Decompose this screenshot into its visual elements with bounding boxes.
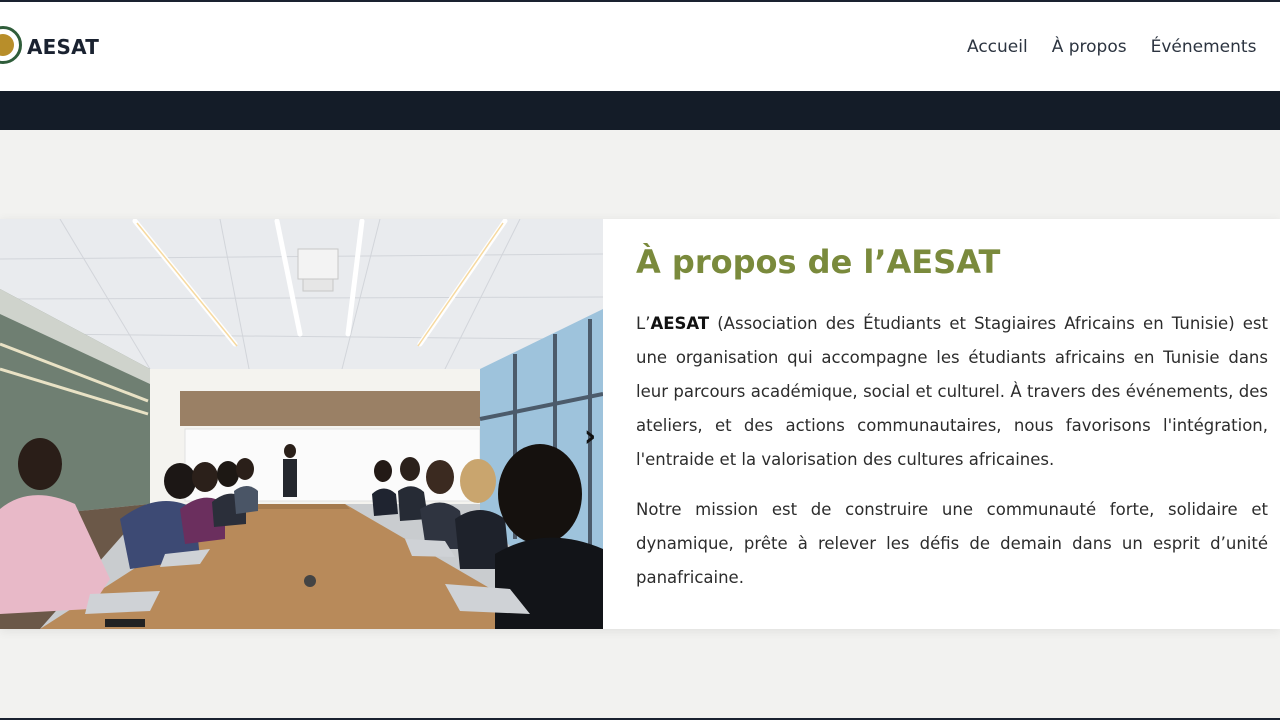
site-header: AESAT AccueilÀ proposÉvénementsC: [0, 2, 1280, 91]
brand-name[interactable]: AESAT: [27, 35, 99, 59]
main-nav: AccueilÀ proposÉvénementsC: [967, 37, 1280, 57]
nav-item-a-propos[interactable]: À propos: [1052, 37, 1127, 57]
meeting-room-photo: ›: [0, 219, 603, 629]
about-p1-acronym: AESAT: [650, 314, 710, 333]
nav-item-evenements[interactable]: Événements: [1151, 37, 1257, 57]
association-seal-icon[interactable]: [0, 26, 22, 64]
nav-item-accueil[interactable]: Accueil: [967, 37, 1028, 57]
page: AESAT AccueilÀ proposÉvénementsC: [0, 2, 1280, 718]
carousel-next-button[interactable]: ›: [578, 419, 602, 455]
about-content: À propos de l’AESAT L’AESAT (Association…: [636, 239, 1268, 611]
about-paragraph-2: Notre mission est de construire une comm…: [636, 500, 1268, 587]
chevron-right-icon: ›: [583, 419, 597, 454]
about-p1-body: (Association des Étudiants et Stagiaires…: [636, 314, 1268, 469]
about-title: À propos de l’AESAT: [636, 243, 1001, 281]
dark-banner-strip: [0, 91, 1280, 130]
about-paragraph-1: L’AESAT (Association des Étudiants et St…: [636, 307, 1268, 477]
about-p1-prefix: L’: [636, 314, 651, 333]
about-section: › À propos de l’AESAT L’AESAT (Associati…: [0, 219, 1280, 629]
